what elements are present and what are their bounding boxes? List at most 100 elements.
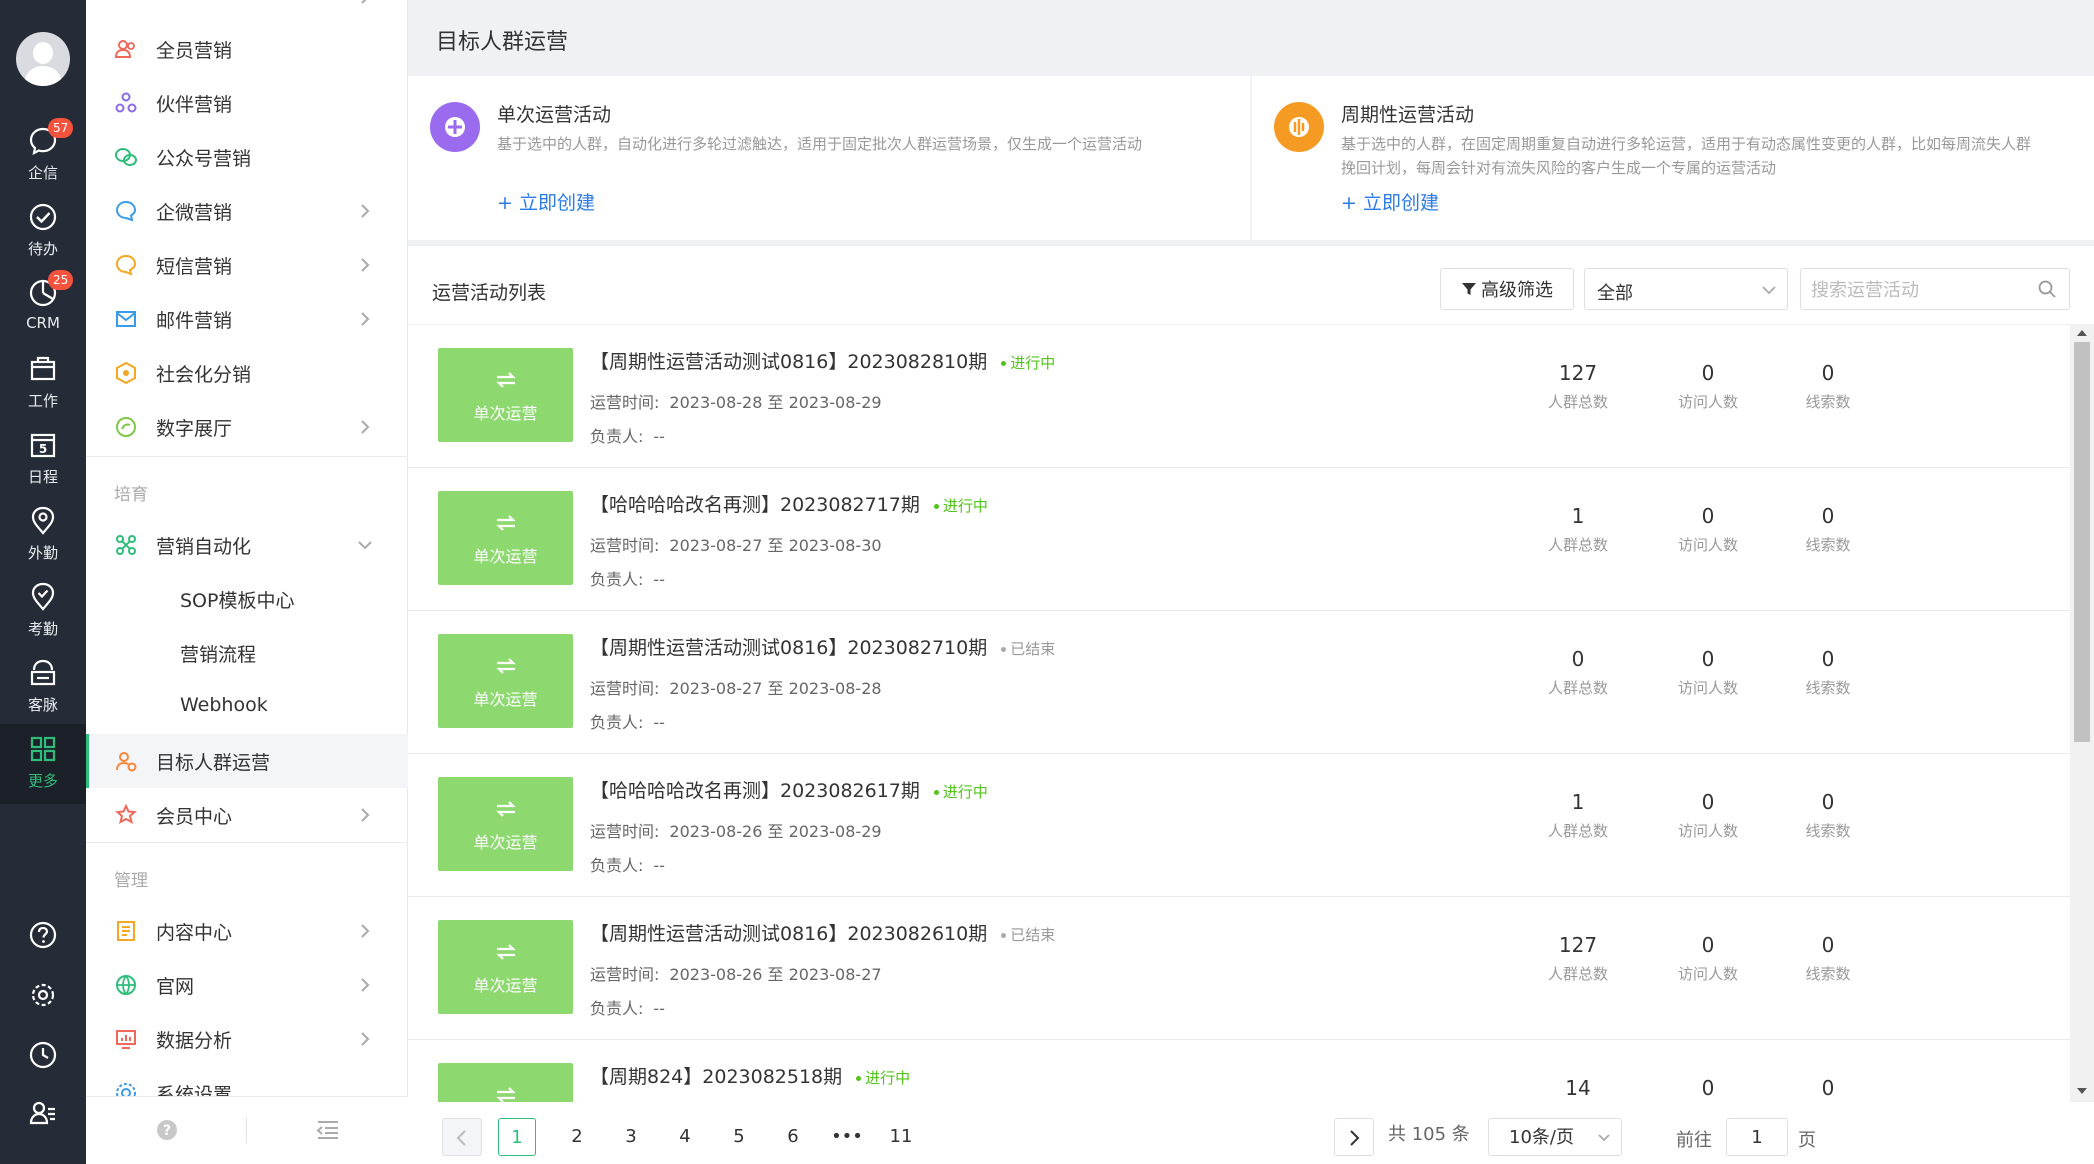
activity-title[interactable]: 【周期性运营活动测试0816】2023082610期 已结束 — [590, 919, 1055, 946]
search-box[interactable] — [1800, 268, 2070, 310]
user-avatar[interactable] — [16, 32, 70, 86]
activity-row[interactable]: 单次运营 【哈哈哈哈改名再测】2023082717期 进行中 运营时间: 2023-08… — [408, 468, 2070, 611]
prev-page-button[interactable] — [442, 1118, 482, 1156]
nav-item-member-center[interactable]: 会员中心 — [86, 788, 408, 842]
nav-item-digital-showroom[interactable]: 数字展厅 — [86, 400, 408, 454]
filter-label: 高级筛选 — [1481, 280, 1553, 301]
rail-item-qixin[interactable]: 57 企信 — [0, 118, 86, 194]
activity-row[interactable]: 单次运营 【周期性运营活动测试0816】2023082810期 进行中 运营时间: 20… — [408, 325, 2070, 468]
rail-item-schedule[interactable]: 5 日程 — [0, 424, 86, 498]
activity-row[interactable]: 单次运营 【周期性运营活动测试0816】2023082610期 已结束 运营时间: 20… — [408, 897, 2070, 1040]
nav-item-sop-template[interactable]: SOP模板中心 — [86, 572, 408, 626]
scroll-down-arrow-icon[interactable] — [2076, 1086, 2088, 1096]
people-icon — [114, 40, 135, 58]
page-number[interactable]: 6 — [774, 1118, 812, 1156]
stat-0: 1 人群总数 — [1518, 504, 1638, 555]
rail-item-todo[interactable]: 待办 — [0, 196, 86, 270]
activity-thumbnail[interactable]: 单次运营 — [438, 777, 573, 871]
nav-item-official-account[interactable]: 公众号营销 — [86, 130, 408, 184]
activity-thumbnail[interactable]: 单次运营 — [438, 634, 573, 728]
nav-item-partner[interactable]: 伙伴营销 — [86, 76, 408, 130]
activity-title-text: 【周期性运营活动测试0816】2023082710期 — [590, 637, 988, 659]
mail-icon — [116, 311, 136, 327]
create-single-activity-link[interactable]: + 立即创建 — [497, 188, 595, 215]
help-circle-icon[interactable]: ? — [156, 1119, 178, 1141]
collapse-menu-icon[interactable] — [316, 1119, 340, 1141]
activity-thumbnail[interactable]: 单次运营 — [438, 1063, 573, 1102]
activity-title[interactable]: 【周期824】2023082518期 进行中 — [590, 1062, 910, 1089]
activity-row[interactable]: 单次运营【周期824】2023082518期进行中运营时间:负责人:14人群总数… — [408, 1040, 2070, 1102]
rail-item-crm[interactable]: 25 CRM — [0, 270, 86, 346]
nav-item-marketing-flow[interactable]: 营销流程 — [86, 626, 408, 680]
nav-label: 社会化分销 — [156, 364, 252, 386]
stat-label: 人群总数 — [1547, 536, 1608, 554]
time-value: 2023-08-28 至 2023-08-29 — [669, 393, 882, 412]
nav-item-marketing-automation[interactable]: 营销自动化 — [86, 518, 408, 572]
nav-item-all-staff[interactable]: 全员营销 — [86, 22, 408, 76]
periodic-activity-icon — [1274, 102, 1324, 152]
activity-thumbnail[interactable]: 单次运营 — [438, 348, 573, 442]
scroll-up-arrow-icon[interactable] — [2076, 328, 2088, 338]
page-number[interactable]: 4 — [666, 1118, 704, 1156]
thumbnail-label: 单次运营 — [473, 976, 538, 995]
stat-label: 线索数 — [1805, 679, 1851, 697]
page-number[interactable]: 2 — [558, 1118, 596, 1156]
scrollbar-thumb[interactable] — [2074, 342, 2090, 742]
nav-item-webhook[interactable]: Webhook — [86, 680, 408, 734]
nav-item-content-center[interactable]: 内容中心 — [86, 904, 408, 958]
stat-0: 14人群总数 — [1518, 1076, 1638, 1102]
thumbnail-label: 单次运营 — [473, 690, 538, 709]
activity-row[interactable]: 单次运营 【哈哈哈哈改名再测】2023082617期 进行中 运营时间: 2023-08… — [408, 754, 2070, 897]
nav-item-social-distribution[interactable]: 社会化分销 — [86, 346, 408, 400]
stat-1: 0 访问人数 — [1648, 933, 1768, 984]
status-select[interactable]: 全部 — [1584, 268, 1788, 310]
nav-item-sms[interactable]: 短信营销 — [86, 238, 408, 292]
page-number[interactable]: 1 — [498, 1118, 536, 1156]
rail-item-work[interactable]: 工作 — [0, 348, 86, 422]
nav-item-wecom[interactable]: 企微营销 — [86, 184, 408, 238]
nav-item-data-analysis[interactable]: 数据分析 — [86, 1012, 408, 1066]
nav-item-target-crowd[interactable]: 目标人群运营 — [86, 734, 408, 788]
next-page-button[interactable] — [1334, 1118, 1374, 1156]
create-periodic-activity-link[interactable]: + 立即创建 — [1341, 188, 1439, 215]
nav-item-clipped[interactable] — [86, 0, 408, 24]
page-number[interactable]: 5 — [720, 1118, 758, 1156]
rail-item-more[interactable]: 更多 — [0, 724, 86, 804]
nav-item-email[interactable]: 邮件营销 — [86, 292, 408, 346]
stat-value: 0 — [1821, 647, 1835, 671]
activity-thumbnail[interactable]: 单次运营 — [438, 491, 573, 585]
advanced-filter-button[interactable]: 高级筛选 — [1440, 268, 1574, 310]
list-scrollbar[interactable] — [2070, 324, 2094, 1102]
status-text: 已结束 — [1010, 640, 1056, 658]
page-title: 目标人群运营 — [436, 30, 569, 55]
activity-thumbnail[interactable]: 单次运营 — [438, 920, 573, 1014]
stat-label: 访问人数 — [1677, 822, 1738, 840]
activity-title[interactable]: 【周期性运营活动测试0816】2023082810期 进行中 — [590, 347, 1055, 374]
page-number[interactable]: 11 — [882, 1118, 920, 1156]
chevron-down-icon — [358, 541, 372, 550]
activity-title[interactable]: 【哈哈哈哈改名再测】2023082617期 进行中 — [590, 776, 988, 803]
rail-item-field[interactable]: 外勤 — [0, 500, 86, 574]
owner-label: 负责人: — [590, 570, 644, 589]
page-ellipsis[interactable]: ••• — [828, 1118, 866, 1156]
page-size-value: 10条/页 — [1509, 1127, 1574, 1148]
rail-item-attendance[interactable]: 考勤 — [0, 576, 86, 650]
sub-navigation: 全员营销 伙伴营销 公众号营销 企微营销 短信营销 邮件营销 社会化分销 数字展… — [86, 0, 408, 1164]
goto-page-input[interactable]: 1 — [1726, 1118, 1788, 1156]
activity-title[interactable]: 【周期性运营活动测试0816】2023082710期 已结束 — [590, 633, 1055, 660]
search-icon[interactable] — [2037, 279, 2057, 299]
nav-label: 目标人群运营 — [156, 752, 271, 774]
clock-icon[interactable] — [28, 1040, 58, 1070]
stat-value: 0 — [1701, 504, 1715, 528]
settings-gear-icon[interactable] — [28, 980, 58, 1010]
status-text: 进行中 — [865, 1069, 911, 1087]
activity-row[interactable]: 单次运营 【周期性运营活动测试0816】2023082710期 已结束 运营时间: 20… — [408, 611, 2070, 754]
rail-item-kemai[interactable]: 客脉 — [0, 652, 86, 726]
search-input[interactable] — [1811, 278, 2031, 302]
activity-title[interactable]: 【哈哈哈哈改名再测】2023082717期 进行中 — [590, 490, 988, 517]
page-size-select[interactable]: 10条/页 — [1488, 1118, 1622, 1156]
user-manage-icon[interactable] — [28, 1098, 58, 1128]
help-icon[interactable] — [28, 920, 58, 950]
page-number[interactable]: 3 — [612, 1118, 650, 1156]
nav-item-website[interactable]: 官网 — [86, 958, 408, 1012]
